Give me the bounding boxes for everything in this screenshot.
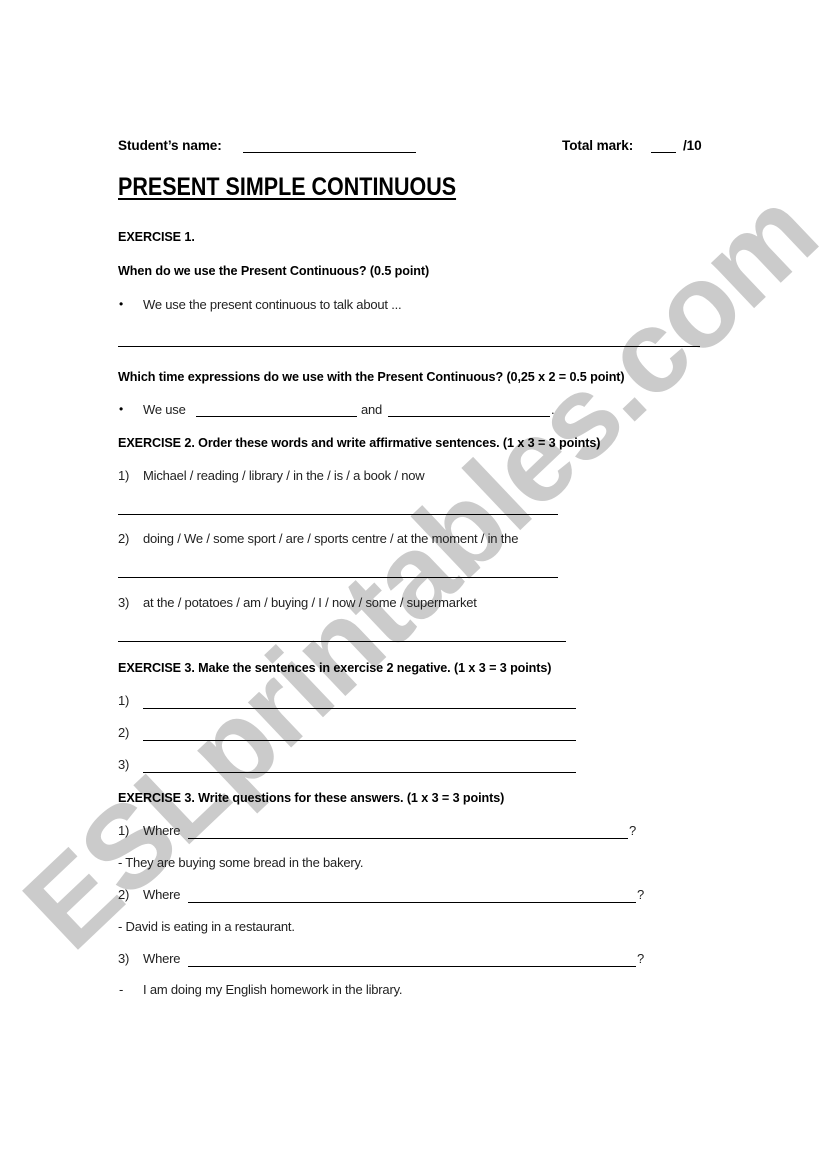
exercise-2-item-number: 2) xyxy=(118,531,130,546)
exercise-2-item-text: doing / We / some sport / are / sports c… xyxy=(143,531,519,546)
exercise-2-item-number: 3) xyxy=(118,595,130,610)
exercise-4-heading: EXERCISE 3. Write questions for these an… xyxy=(118,790,505,805)
exercise-2-answer-line[interactable] xyxy=(118,641,566,642)
question-mark: ? xyxy=(629,823,637,838)
exercise-2-item-text: Michael / reading / library / in the / i… xyxy=(143,468,425,483)
exercise-3-item-number: 1) xyxy=(118,693,130,708)
student-name-label: Student’s name: xyxy=(118,137,222,153)
bullet-icon: • xyxy=(119,297,124,311)
exercise-2-answer-line[interactable] xyxy=(118,577,558,578)
exercise-3-answer-line[interactable] xyxy=(143,772,576,773)
question-mark: ? xyxy=(637,951,645,966)
exercise-4-item-number: 3) xyxy=(118,951,130,966)
worksheet-page: Student’s name: Total mark: /10 PRESENT … xyxy=(0,0,826,1169)
question-mark: ? xyxy=(637,887,645,902)
exercise-4-answer: - They are buying some bread in the bake… xyxy=(118,855,364,870)
exercise-3-answer-line[interactable] xyxy=(143,740,576,741)
exercise-4-question-line[interactable] xyxy=(188,902,636,903)
total-mark-field[interactable] xyxy=(651,152,676,153)
exercise-1-heading: EXERCISE 1. xyxy=(118,229,195,244)
exercise-1-question-1: When do we use the Present Continuous? (… xyxy=(118,263,430,278)
exercise-4-item-prompt: Where xyxy=(143,951,181,966)
exercise-2-item-text: at the / potatoes / am / buying / I / no… xyxy=(143,595,477,610)
exercise-4-item-number: 2) xyxy=(118,887,130,902)
exercise-4-question-line[interactable] xyxy=(188,838,628,839)
exercise-2-item-number: 1) xyxy=(118,468,130,483)
exercise-1-bullet-2-start: We use xyxy=(143,402,186,417)
page-title: PRESENT SIMPLE CONTINUOUS xyxy=(118,173,457,201)
exercise-4-question-line[interactable] xyxy=(188,966,636,967)
exercise-4-answer: I am doing my English homework in the li… xyxy=(143,982,403,997)
student-name-field[interactable] xyxy=(243,152,416,153)
exercise-1-bullet-2-end: . xyxy=(551,402,555,417)
exercise-3-answer-line[interactable] xyxy=(143,708,576,709)
exercise-4-item-prompt: Where xyxy=(143,823,181,838)
total-mark-label: Total mark: xyxy=(562,137,634,153)
exercise-2-answer-line[interactable] xyxy=(118,514,558,515)
time-expression-2-field[interactable] xyxy=(388,416,550,417)
exercise-1-bullet-1: We use the present continuous to talk ab… xyxy=(143,297,402,312)
exercise-3-item-number: 2) xyxy=(118,725,130,740)
exercise-1-answer-line[interactable] xyxy=(118,346,700,347)
exercise-3-item-number: 3) xyxy=(118,757,130,772)
total-mark-max: /10 xyxy=(683,137,702,153)
exercise-4-answer: - David is eating in a restaurant. xyxy=(118,919,295,934)
bullet-icon: • xyxy=(119,402,124,416)
exercise-4-item-prompt: Where xyxy=(143,887,181,902)
exercise-1-bullet-2-mid: and xyxy=(361,402,383,417)
time-expression-1-field[interactable] xyxy=(196,416,357,417)
exercise-3-heading: EXERCISE 3. Make the sentences in exerci… xyxy=(118,660,552,675)
exercise-4-item-number: 1) xyxy=(118,823,130,838)
answer-dash: - xyxy=(119,982,124,997)
exercise-1-question-2: Which time expressions do we use with th… xyxy=(118,369,625,384)
exercise-2-heading: EXERCISE 2. Order these words and write … xyxy=(118,435,601,450)
